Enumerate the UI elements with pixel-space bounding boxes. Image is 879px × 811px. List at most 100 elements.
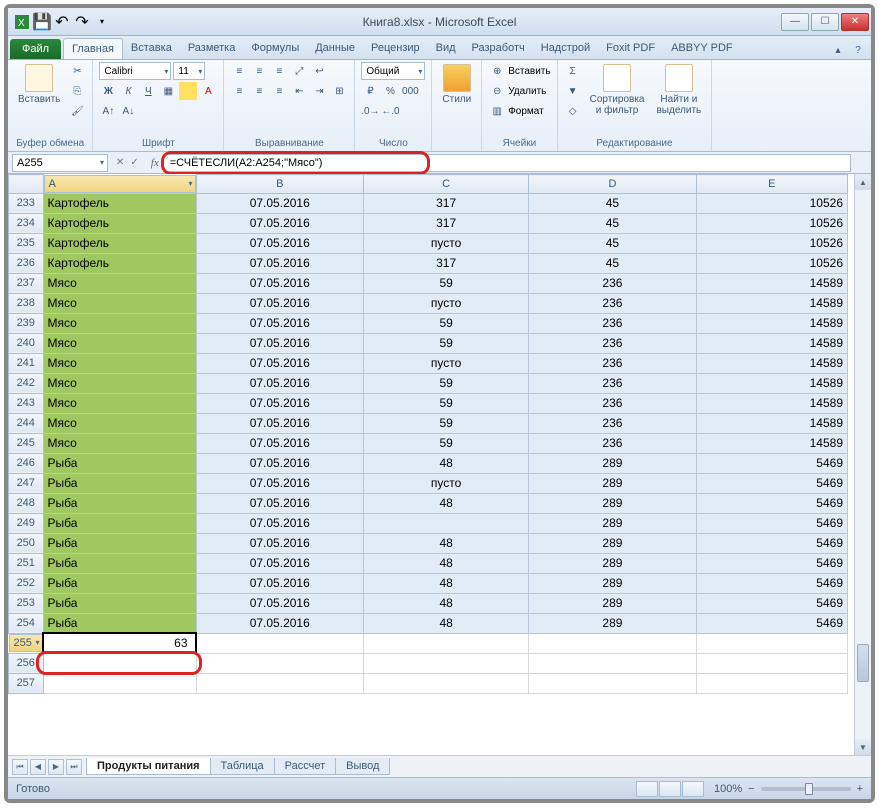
row-header[interactable]: 233 (9, 193, 44, 213)
cell[interactable]: 236 (529, 353, 696, 373)
sheet-tab[interactable]: Таблица (210, 758, 275, 775)
increase-indent-icon[interactable]: ⇥ (310, 82, 328, 100)
ribbon-tab[interactable]: Надстрой (533, 38, 598, 59)
cell[interactable]: 289 (529, 593, 696, 613)
cell[interactable]: 14589 (696, 313, 847, 333)
cell[interactable]: 59 (363, 433, 528, 453)
row-header[interactable]: 234 (9, 213, 44, 233)
cell[interactable]: Рыба (43, 613, 196, 633)
last-sheet-button[interactable]: ⏭ (66, 759, 82, 775)
decrease-decimal-icon[interactable]: ←.0 (381, 102, 399, 120)
scroll-down-icon[interactable]: ▼ (855, 739, 871, 755)
format-painter-icon[interactable]: 🖌 (68, 102, 86, 120)
fx-icon[interactable]: fx (147, 157, 163, 169)
cell[interactable] (363, 633, 528, 653)
zoom-level[interactable]: 100% (714, 783, 742, 795)
cell[interactable]: 07.05.2016 (196, 333, 363, 353)
cell[interactable]: 5469 (696, 613, 847, 633)
cell[interactable]: 317 (363, 253, 528, 273)
cell[interactable]: 10526 (696, 213, 847, 233)
undo-icon[interactable]: ↶ (54, 14, 70, 30)
cell[interactable]: 5469 (696, 473, 847, 493)
cell[interactable] (696, 673, 847, 693)
cell[interactable]: 07.05.2016 (196, 433, 363, 453)
cell[interactable]: 48 (363, 573, 528, 593)
cell[interactable]: 59 (363, 373, 528, 393)
cell[interactable]: Мясо (43, 393, 196, 413)
italic-button[interactable]: К (119, 82, 137, 100)
sheet-tab[interactable]: Вывод (335, 758, 390, 775)
cell[interactable]: 236 (529, 433, 696, 453)
cell[interactable]: 14589 (696, 373, 847, 393)
cell[interactable]: 07.05.2016 (196, 533, 363, 553)
cell[interactable]: 236 (529, 393, 696, 413)
close-button[interactable]: ✕ (841, 13, 869, 31)
formula-input[interactable]: =СЧЁТЕСЛИ(A2:A254;"Мясо") (163, 154, 851, 172)
cell[interactable]: 10526 (696, 233, 847, 253)
row-header[interactable]: 253 (9, 593, 44, 613)
row-header[interactable]: 244 (9, 413, 44, 433)
cell[interactable] (529, 653, 696, 673)
cell[interactable]: 10526 (696, 253, 847, 273)
cell[interactable]: 14589 (696, 393, 847, 413)
cell[interactable]: 07.05.2016 (196, 253, 363, 273)
insert-cells-label[interactable]: Вставить (508, 66, 550, 77)
orientation-icon[interactable]: ⤢ (290, 62, 308, 80)
cell[interactable]: Мясо (43, 293, 196, 313)
select-all-button[interactable] (9, 175, 44, 194)
col-header-D[interactable]: D (529, 175, 696, 194)
prev-sheet-button[interactable]: ◀ (30, 759, 46, 775)
minimize-button[interactable]: — (781, 13, 809, 31)
cell[interactable]: 289 (529, 513, 696, 533)
cell[interactable]: Мясо (43, 313, 196, 333)
font-color-button[interactable]: A (199, 82, 217, 100)
align-center-icon[interactable]: ≡ (250, 82, 268, 100)
fill-color-button[interactable] (179, 82, 197, 100)
align-bottom-icon[interactable]: ≡ (270, 62, 288, 80)
cell[interactable]: 5469 (696, 513, 847, 533)
col-header-B[interactable]: B (196, 175, 363, 194)
cell[interactable]: Мясо (43, 413, 196, 433)
first-sheet-button[interactable]: ⏮ (12, 759, 28, 775)
cell[interactable]: 07.05.2016 (196, 233, 363, 253)
row-header[interactable]: 249 (9, 513, 44, 533)
row-header[interactable]: 242 (9, 373, 44, 393)
currency-icon[interactable]: ₽ (361, 82, 379, 100)
font-name-select[interactable]: Calibri (99, 62, 171, 80)
maximize-button[interactable]: ☐ (811, 13, 839, 31)
copy-icon[interactable]: ⎘ (68, 82, 86, 100)
cell[interactable]: 289 (529, 553, 696, 573)
col-header-E[interactable]: E (696, 175, 847, 194)
find-select-button[interactable]: Найти и выделить (652, 62, 705, 118)
worksheet-grid[interactable]: A B C D E 233Картофель07.05.201631745105… (8, 174, 871, 755)
row-header[interactable]: 243 (9, 393, 44, 413)
increase-font-icon[interactable]: A↑ (99, 102, 117, 120)
row-header[interactable]: 245 (9, 433, 44, 453)
cell[interactable] (363, 673, 528, 693)
cell[interactable]: 59 (363, 313, 528, 333)
cell[interactable]: 5469 (696, 553, 847, 573)
sheet-tab[interactable]: Продукты питания (86, 758, 211, 775)
cancel-formula-icon[interactable]: ✕ (116, 157, 124, 168)
cell[interactable]: 59 (363, 333, 528, 353)
ribbon-tab[interactable]: Разметка (180, 38, 244, 59)
cell[interactable]: Рыба (43, 573, 196, 593)
cell[interactable] (696, 653, 847, 673)
cell[interactable] (196, 653, 363, 673)
cell[interactable]: 236 (529, 413, 696, 433)
cell[interactable]: Мясо (43, 353, 196, 373)
cell[interactable]: 07.05.2016 (196, 373, 363, 393)
row-header[interactable]: 251 (9, 553, 44, 573)
row-header[interactable]: 238 (9, 293, 44, 313)
cell[interactable]: Картофель (43, 233, 196, 253)
cell[interactable]: 236 (529, 313, 696, 333)
insert-cells-icon[interactable]: ⊕ (488, 62, 506, 80)
cell[interactable]: Рыба (43, 553, 196, 573)
cell[interactable]: Картофель (43, 253, 196, 273)
ribbon-tab[interactable]: ABBYY PDF (663, 38, 741, 59)
paste-button[interactable]: Вставить (14, 62, 64, 107)
cell[interactable]: 45 (529, 253, 696, 273)
number-format-select[interactable]: Общий (361, 62, 425, 80)
cell[interactable]: 45 (529, 233, 696, 253)
cell[interactable]: Мясо (43, 373, 196, 393)
